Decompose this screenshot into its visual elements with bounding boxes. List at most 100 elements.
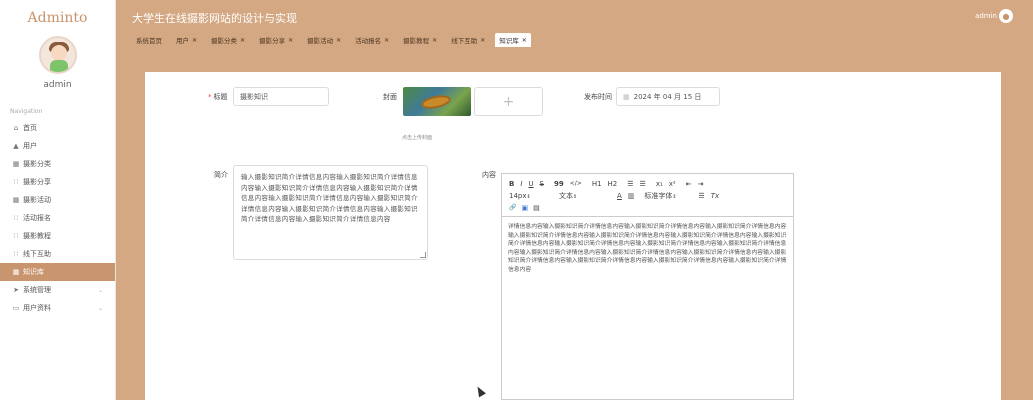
sidebar-item-photo-category[interactable]: ▦ 摄影分类 bbox=[0, 155, 115, 173]
close-icon[interactable]: ✕ bbox=[432, 37, 437, 44]
sidebar-item-label: 用户资料 bbox=[23, 304, 51, 312]
sidebar-item-label: 首页 bbox=[23, 124, 37, 132]
subscript-button[interactable]: x₁ bbox=[656, 180, 663, 188]
tab-photo-share[interactable]: 摄影分享 ✕ bbox=[255, 33, 297, 47]
sidebar-item-knowledge-base[interactable]: ▦ 知识库 bbox=[0, 263, 115, 281]
chevron-down-icon: ⌄ bbox=[97, 304, 103, 312]
paragraph-value: 文本 bbox=[559, 191, 573, 200]
tab-photo-tutorial[interactable]: 摄影教程 ✕ bbox=[399, 33, 441, 47]
quote-button[interactable]: 99 bbox=[554, 180, 564, 188]
font-family-value: 标准字体 bbox=[644, 191, 673, 200]
title-label-text: 标题 bbox=[213, 93, 228, 101]
tab-label: 用户 bbox=[176, 37, 189, 45]
tab-label: 线下互助 bbox=[451, 37, 478, 45]
sidebar-item-label: 用户 bbox=[23, 142, 37, 150]
tab-knowledge-base[interactable]: 知识库 ✕ bbox=[495, 33, 531, 47]
sidebar-item-offline-help[interactable]: ∷ 线下互助 bbox=[0, 245, 115, 263]
close-icon[interactable]: ✕ bbox=[480, 37, 485, 44]
code-button[interactable]: </> bbox=[570, 180, 582, 187]
indent-button[interactable]: ⇥ bbox=[698, 180, 704, 188]
font-family-select[interactable]: 标准字体⇕ bbox=[644, 191, 692, 201]
ordered-list-button[interactable]: ☰ bbox=[627, 180, 633, 188]
grid-icon: ▦ bbox=[12, 160, 20, 168]
italic-button[interactable]: I bbox=[520, 180, 522, 188]
rich-text-editor: B I U S 99 </> H1 H2 ☰ ☰ x₁ x² ⇤ ⇥ 14px⇕… bbox=[501, 173, 794, 400]
title-label: * 标题 bbox=[208, 92, 228, 102]
tab-system-home[interactable]: 系统首页 bbox=[132, 33, 166, 47]
close-icon[interactable]: ✕ bbox=[192, 37, 197, 44]
font-size-value: 14px bbox=[509, 191, 527, 200]
calendar-icon: ▦ bbox=[623, 92, 630, 101]
close-icon[interactable]: ✕ bbox=[288, 37, 293, 44]
avatar[interactable] bbox=[38, 36, 77, 74]
close-icon[interactable]: ✕ bbox=[522, 37, 527, 44]
tab-activity-signup[interactable]: 活动报名 ✕ bbox=[351, 33, 393, 47]
tab-photo-category[interactable]: 摄影分类 ✕ bbox=[207, 33, 249, 47]
sidebar-item-system-management[interactable]: ➤ 系统管理 ⌄ bbox=[0, 281, 115, 299]
app-logo[interactable]: Adminto bbox=[0, 0, 115, 36]
sidebar-item-photo-activity[interactable]: ▦ 摄影活动 bbox=[0, 191, 115, 209]
editor-toolbar: B I U S 99 </> H1 H2 ☰ ☰ x₁ x² ⇤ ⇥ 14px⇕… bbox=[502, 174, 793, 217]
resize-handle[interactable] bbox=[420, 252, 426, 258]
tab-label: 活动报名 bbox=[355, 37, 382, 45]
sidebar-item-photo-share[interactable]: ∷ 摄影分享 bbox=[0, 173, 115, 191]
sidebar-item-home[interactable]: ⌂ 首页 bbox=[0, 119, 115, 137]
sidebar-username: admin bbox=[43, 80, 72, 90]
tab-label: 摄影活动 bbox=[307, 37, 334, 45]
grid-icon: ▦ bbox=[12, 268, 20, 276]
video-icon[interactable]: ▤ bbox=[533, 204, 540, 212]
close-icon[interactable]: ✕ bbox=[336, 37, 341, 44]
sidebar-item-user-profile[interactable]: ▭ 用户资料 ⌄ bbox=[0, 299, 115, 317]
tab-bar: 系统首页 用户 ✕ 摄影分类 ✕ 摄影分享 ✕ 摄影活动 ✕ 活动报名 ✕ 摄影教程 ✕ 线… bbox=[116, 32, 1033, 47]
editor-content[interactable]: 详情信息内容输入摄影知识简介详情信息内容输入摄影知识简介详情信息内容输入摄影知识… bbox=[502, 217, 793, 281]
intro-textarea[interactable]: 输入摄影知识简介详情信息内容输入摄影知识简介详情信息内容输入摄影知识简介详情信息… bbox=[233, 165, 428, 260]
sidebar: Adminto admin Navigation ⌂ 首页 ▲ 用户 ▦ 摄影分… bbox=[0, 0, 116, 400]
underline-button[interactable]: U bbox=[528, 180, 533, 188]
user-avatar-icon[interactable]: ● bbox=[999, 9, 1013, 23]
background-color-button[interactable]: ▥ bbox=[628, 192, 635, 200]
intro-text: 输入摄影知识简介详情信息内容输入摄影知识简介详情信息内容输入摄影知识简介详情信息… bbox=[241, 173, 418, 223]
sidebar-item-label: 活动报名 bbox=[23, 214, 51, 222]
align-button[interactable]: ☰ bbox=[698, 192, 704, 200]
strike-button[interactable]: S bbox=[540, 180, 544, 188]
image-icon[interactable]: ▣ bbox=[521, 204, 528, 212]
publish-date-input[interactable]: ▦ 2024 年 04 月 15 日 bbox=[616, 87, 720, 106]
title-input[interactable]: 摄影知识 bbox=[233, 87, 329, 106]
clear-format-button[interactable]: Tx bbox=[711, 192, 719, 200]
required-mark: * bbox=[208, 93, 212, 101]
content-label: 内容 bbox=[482, 171, 496, 179]
tab-photo-activity[interactable]: 摄影活动 ✕ bbox=[303, 33, 345, 47]
h1-button[interactable]: H1 bbox=[592, 180, 602, 188]
font-size-select[interactable]: 14px⇕ bbox=[509, 192, 553, 200]
grid-icon: ▦ bbox=[12, 196, 20, 204]
sidebar-item-label: 线下互助 bbox=[23, 250, 51, 258]
sidebar-item-label: 系统管理 bbox=[23, 286, 51, 294]
outdent-button[interactable]: ⇤ bbox=[686, 180, 692, 188]
top-header: 大学生在线摄影网站的设计与实现 admin ● bbox=[116, 0, 1033, 36]
cover-image[interactable] bbox=[403, 87, 471, 116]
sidebar-item-activity-signup[interactable]: ∷ 活动报名 bbox=[0, 209, 115, 227]
bold-button[interactable]: B bbox=[509, 180, 514, 188]
upload-button[interactable]: + bbox=[474, 87, 543, 116]
page-title: 大学生在线摄影网站的设计与实现 bbox=[132, 12, 297, 25]
close-icon[interactable]: ✕ bbox=[240, 37, 245, 44]
superscript-button[interactable]: x² bbox=[669, 180, 676, 188]
link-icon[interactable]: 🔗 bbox=[509, 204, 516, 211]
tab-label: 摄影分享 bbox=[259, 37, 286, 45]
paragraph-select[interactable]: 文本⇕ bbox=[559, 191, 611, 201]
sidebar-item-label: 知识库 bbox=[23, 268, 44, 276]
font-color-button[interactable]: A bbox=[617, 192, 622, 200]
upload-hint: 点击上传封面 bbox=[402, 135, 433, 141]
h2-button[interactable]: H2 bbox=[608, 180, 618, 188]
sidebar-item-photo-tutorial[interactable]: ∷ 摄影教程 bbox=[0, 227, 115, 245]
cover-label: 封面 bbox=[383, 93, 397, 101]
close-icon[interactable]: ✕ bbox=[384, 37, 389, 44]
grid-icon: ∷ bbox=[13, 214, 19, 222]
tab-offline-help[interactable]: 线下互助 ✕ bbox=[447, 33, 489, 47]
tab-users[interactable]: 用户 ✕ bbox=[172, 33, 201, 47]
user-icon: ▲ bbox=[13, 142, 19, 150]
sidebar-item-users[interactable]: ▲ 用户 bbox=[0, 137, 115, 155]
bullet-list-button[interactable]: ☰ bbox=[640, 180, 646, 188]
grid-icon: ∷ bbox=[13, 250, 19, 258]
header-username[interactable]: admin bbox=[975, 12, 997, 20]
